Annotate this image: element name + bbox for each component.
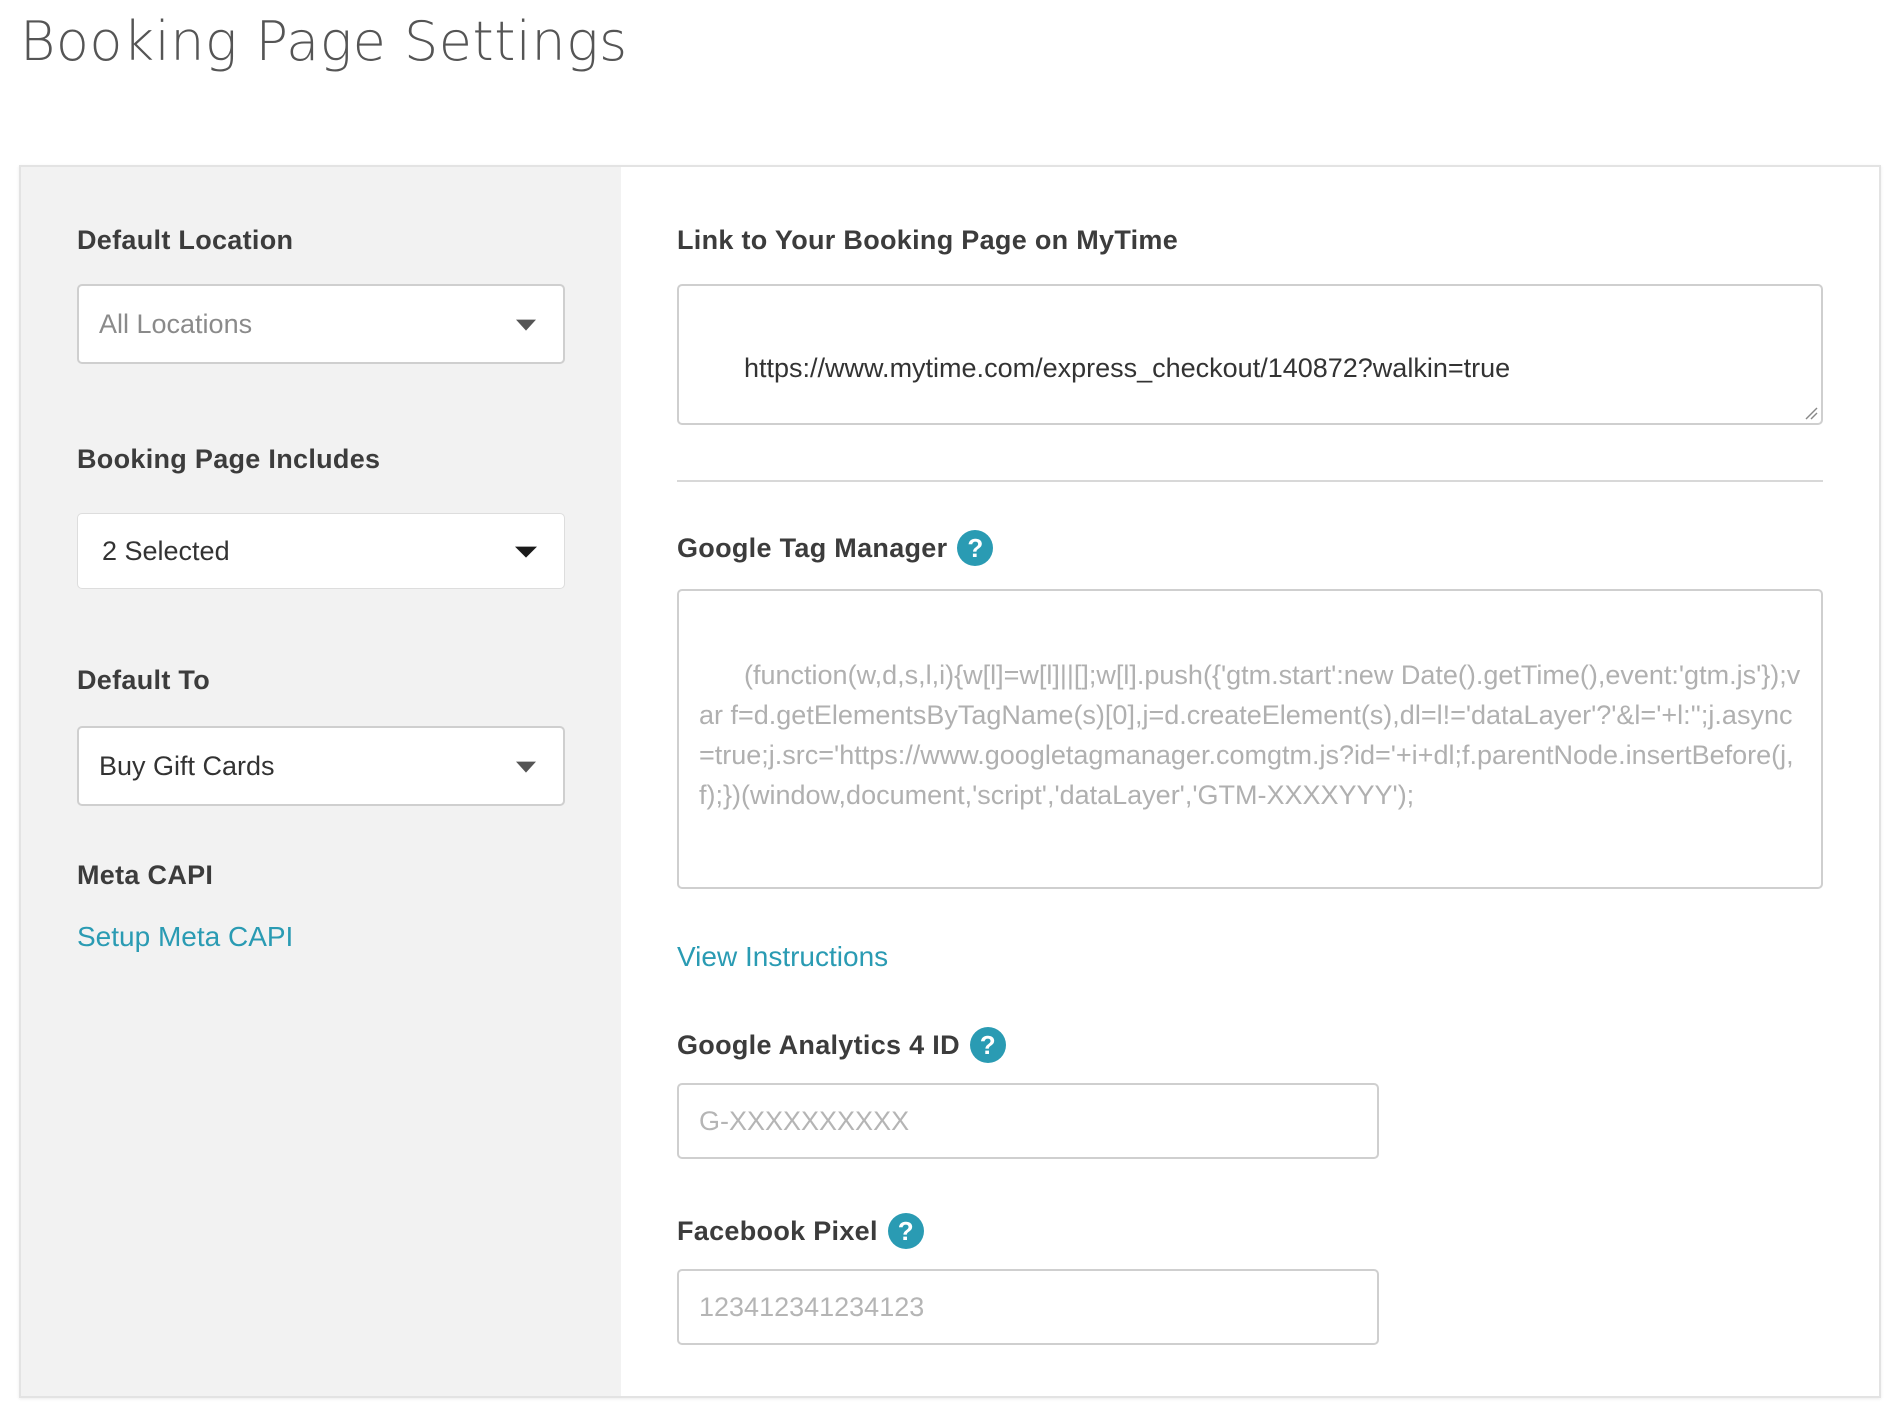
default-to-value: Buy Gift Cards — [99, 750, 275, 781]
booking-link-textarea[interactable]: https://www.mytime.com/express_checkout/… — [677, 284, 1823, 425]
help-icon[interactable]: ? — [887, 1213, 924, 1249]
default-location-label: Default Location — [77, 225, 294, 255]
facebook-pixel-placeholder: 123412341234123 — [699, 1291, 925, 1322]
meta-capi-label: Meta CAPI — [77, 860, 214, 890]
gtm-placeholder: (function(w,d,s,l,i){w[l]=w[l]||[];w[l].… — [699, 660, 1801, 810]
default-location-value: All Locations — [99, 308, 253, 339]
ga4-id-input[interactable]: G-XXXXXXXXXX — [677, 1083, 1379, 1159]
booking-page-includes-label: Booking Page Includes — [77, 444, 381, 474]
booking-page-includes-value: 2 Selected — [102, 535, 230, 566]
chevron-down-icon — [516, 319, 536, 331]
gtm-label: Google Tag Manager ? — [677, 530, 1823, 566]
page-title: Booking Page Settings — [20, 10, 628, 73]
ga4-placeholder: G-XXXXXXXXXX — [699, 1105, 910, 1136]
default-to-label: Default To — [77, 665, 210, 695]
gtm-textarea[interactable]: (function(w,d,s,l,i){w[l]=w[l]||[];w[l].… — [677, 589, 1823, 889]
sidebar: Default Location All Locations Booking P… — [21, 167, 621, 1396]
default-location-select[interactable]: All Locations — [77, 284, 565, 364]
ga4-label: Google Analytics 4 ID ? — [677, 1027, 1823, 1063]
booking-page-includes-select[interactable]: 2 Selected — [77, 513, 565, 589]
section-divider — [677, 480, 1823, 482]
setup-meta-capi-link[interactable]: Setup Meta CAPI — [77, 921, 293, 952]
booking-link-value: https://www.mytime.com/express_checkout/… — [744, 353, 1511, 383]
chevron-down-icon — [516, 761, 536, 773]
settings-card: Default Location All Locations Booking P… — [19, 165, 1881, 1398]
main-panel: Link to Your Booking Page on MyTime http… — [621, 167, 1879, 1396]
view-instructions-link[interactable]: View Instructions — [677, 941, 888, 972]
booking-link-label: Link to Your Booking Page on MyTime — [677, 225, 1179, 255]
facebook-pixel-input[interactable]: 123412341234123 — [677, 1269, 1379, 1345]
facebook-pixel-label: Facebook Pixel ? — [677, 1213, 1823, 1249]
default-to-select[interactable]: Buy Gift Cards — [77, 726, 565, 806]
facebook-pixel-label-text: Facebook Pixel — [677, 1215, 878, 1246]
help-icon[interactable]: ? — [969, 1027, 1006, 1063]
chevron-down-icon — [515, 546, 537, 558]
gtm-label-text: Google Tag Manager — [677, 532, 948, 563]
resize-handle-icon[interactable] — [1804, 406, 1818, 420]
ga4-label-text: Google Analytics 4 ID — [677, 1029, 960, 1060]
help-icon[interactable]: ? — [957, 530, 994, 566]
